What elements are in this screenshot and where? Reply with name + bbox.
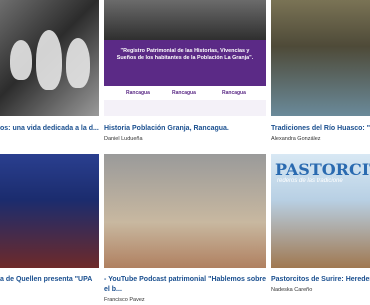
card-2-image[interactable]: "Registro Patrimonial de las Historias, … [104, 0, 266, 116]
logo-1: Rancagua [126, 90, 150, 96]
gate-photo [104, 0, 266, 40]
dancer-figure [10, 40, 32, 80]
logo-3: Rancagua [222, 90, 246, 96]
banner-text: "Registro Patrimonial de las Historias, … [116, 48, 254, 61]
card-6-author[interactable]: Nadeska Careño [271, 287, 312, 293]
thumb-title: PASTORCITOS D [275, 160, 370, 179]
card-4-image[interactable] [0, 154, 99, 268]
card-1-image[interactable] [0, 0, 99, 116]
dancer-figure [66, 38, 90, 88]
card-3-image[interactable] [271, 0, 370, 116]
card-3-title[interactable]: Tradiciones del Río Huasco: "Us [271, 124, 370, 133]
card-2-title[interactable]: Historia Población Granja, Rancagua. [104, 124, 266, 133]
card-1-title[interactable]: os: una vida dedicada a la d... [0, 124, 99, 133]
card-5-title[interactable]: - YouTube Podcast patrimonial "Hablemos … [104, 275, 266, 294]
card-2-author[interactable]: Daniel Ludueña [104, 136, 143, 142]
card-3-author[interactable]: Alexandra González [271, 136, 321, 142]
card-5-image[interactable] [104, 154, 266, 268]
card-4-title[interactable]: a de Quellen presenta "UPA [0, 275, 99, 284]
dancer-figure [36, 30, 62, 90]
purple-banner [104, 40, 266, 86]
logo-2: Rancagua [172, 90, 196, 96]
thumb-subtitle: rederos de las tradicione [277, 178, 343, 184]
card-6-image[interactable]: PASTORCITOS D rederos de las tradicione [271, 154, 370, 268]
card-5-author[interactable]: Francisco Pavez [104, 297, 145, 303]
card-6-title[interactable]: Pastorcitos de Surire: Herederos [271, 275, 370, 284]
